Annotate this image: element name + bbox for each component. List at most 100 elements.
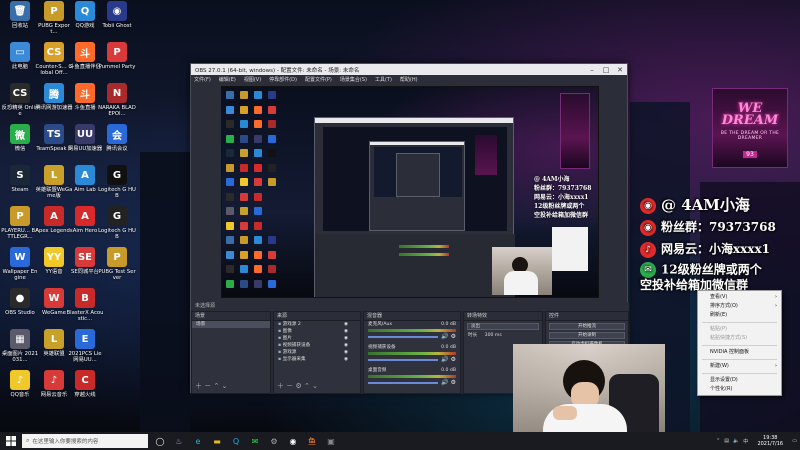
desktop-icon[interactable]: CS 反恐精英 Online bbox=[1, 83, 39, 117]
context-menu-item[interactable]: 显示设置(D) bbox=[698, 376, 781, 385]
desktop-icon[interactable]: B BlasterX Acoustic... bbox=[66, 288, 104, 322]
menu-separator bbox=[702, 345, 777, 346]
obs-menu-item[interactable]: 场景集合(S) bbox=[340, 76, 367, 83]
obs-titlebar[interactable]: OBS 27.0.1 (64-bit, windows) - 配置文件: 未命名… bbox=[191, 64, 627, 75]
qq-taskbar-icon[interactable]: Q bbox=[229, 434, 243, 448]
task-view-icon[interactable]: ◯ bbox=[153, 434, 167, 448]
speaker-icon[interactable]: 🔊 bbox=[441, 333, 448, 340]
desktop-icon[interactable]: 微微信 bbox=[1, 124, 39, 152]
volume-slider[interactable] bbox=[368, 358, 439, 361]
desktop-icon[interactable]: ◉ Tobii Ghost bbox=[98, 1, 136, 29]
maximize-icon[interactable]: □ bbox=[599, 66, 613, 74]
source-item[interactable]: ▪ 视频捕获设备 ◉ bbox=[274, 342, 360, 349]
volume-slider[interactable] bbox=[368, 335, 439, 338]
settings-taskbar-icon[interactable]: ⚙ bbox=[267, 434, 281, 448]
desktop-icon[interactable]: P Pummel Party bbox=[98, 42, 136, 70]
obs-menu-item[interactable]: 视图(V) bbox=[244, 76, 261, 83]
desktop-icon[interactable]: G Logitech G HUB bbox=[98, 165, 136, 199]
gear-icon[interactable]: ⚙ bbox=[295, 382, 301, 390]
windows-start-button[interactable] bbox=[0, 432, 22, 450]
add-icon[interactable]: ＋ bbox=[277, 382, 284, 390]
transition-select[interactable]: 淡出 bbox=[467, 323, 539, 330]
app-taskbar-icon[interactable]: ▣ bbox=[324, 434, 338, 448]
preview-desktop-icon bbox=[254, 207, 262, 215]
obs-menu-item[interactable]: 停靠部件(D) bbox=[269, 76, 297, 83]
eye-icon[interactable]: ◉ bbox=[344, 349, 348, 356]
transition-duration-value[interactable]: 300 ms bbox=[485, 333, 502, 338]
desktop-icon[interactable]: P PLAYERU... BATTLEGR... bbox=[1, 206, 39, 240]
add-icon[interactable]: ＋ bbox=[195, 382, 202, 390]
desktop-icon[interactable]: ♪ QQ音乐 bbox=[1, 370, 39, 398]
source-item[interactable]: ▪ 图片 ◉ bbox=[274, 335, 360, 342]
eye-icon[interactable]: ◉ bbox=[344, 321, 348, 328]
up-icon[interactable]: ⌃ bbox=[304, 382, 310, 390]
transition-duration-label: 时长 bbox=[468, 333, 478, 338]
obs-control-button[interactable]: 开始录制 bbox=[549, 332, 625, 339]
down-icon[interactable]: ⌄ bbox=[312, 382, 318, 390]
volume-slider[interactable] bbox=[368, 381, 439, 384]
desktop-icon[interactable]: G Logitech G HUB bbox=[98, 206, 136, 240]
desktop-icon[interactable]: E 2021PCS Lie 网易UU... bbox=[66, 329, 104, 363]
obs-preview[interactable]: @ 4AM小海 粉丝群：79373768 网易云：小海xxxx1 12级粉丝牌或… bbox=[221, 86, 599, 298]
preview-desktop-icon bbox=[226, 163, 234, 172]
eye-icon[interactable]: ◉ bbox=[344, 342, 348, 349]
taskbar-clock[interactable]: 19:38 2021/7/16 bbox=[752, 435, 788, 447]
context-menu-item[interactable]: 刷新(E) bbox=[698, 311, 781, 320]
obs-menu-item[interactable]: 帮助(H) bbox=[400, 76, 418, 83]
source-item[interactable]: ▪ 显示器采集 ◉ bbox=[274, 356, 360, 363]
close-icon[interactable]: ✕ bbox=[613, 66, 627, 74]
speaker-icon[interactable]: 🔊 bbox=[441, 379, 448, 386]
up-icon[interactable]: ⌃ bbox=[213, 382, 219, 390]
eye-icon[interactable]: ◉ bbox=[344, 356, 348, 363]
desktop-icon[interactable]: ▭ 此电脑 bbox=[1, 42, 39, 70]
minimize-icon[interactable]: – bbox=[585, 66, 599, 74]
eye-icon[interactable]: ◉ bbox=[344, 328, 348, 335]
wechat-taskbar-icon[interactable]: ✉ bbox=[248, 434, 262, 448]
desktop-icon[interactable]: N NARAKA BLADEPOI... bbox=[98, 83, 136, 117]
chevron-up-icon[interactable]: ⌃ bbox=[716, 438, 720, 444]
obs-menu-item[interactable]: 编辑(E) bbox=[219, 76, 236, 83]
gear-icon[interactable]: ⚙ bbox=[451, 356, 456, 363]
desktop-icon[interactable]: 会腾讯会议 bbox=[98, 124, 136, 152]
context-menu-item[interactable]: NVIDIA 控制面板 bbox=[698, 348, 781, 357]
obs-menu-item[interactable]: 工具(T) bbox=[375, 76, 392, 83]
obs-control-button[interactable]: 开始推流 bbox=[549, 323, 625, 330]
context-menu-item[interactable]: 新建(W) › bbox=[698, 362, 781, 371]
source-item[interactable]: ▪ 游戏源 ◉ bbox=[274, 349, 360, 356]
desktop-icon[interactable]: 🗑 回收站 bbox=[1, 1, 39, 29]
input-method-icon[interactable]: 中 bbox=[743, 438, 748, 445]
desktop-icon[interactable]: P PUBG Test Server bbox=[98, 247, 136, 281]
desktop-icon[interactable]: C 穿越火线 bbox=[66, 370, 104, 398]
taskbar-search[interactable]: ⌕ 在这里输入你要搜索的内容 bbox=[22, 434, 148, 448]
obs-taskbar-icon[interactable]: ◉ bbox=[286, 434, 300, 448]
wechat-icon: ✉ bbox=[640, 262, 656, 278]
notification-icon[interactable]: ▭ bbox=[792, 438, 797, 444]
gear-icon[interactable]: ⚙ bbox=[451, 333, 456, 340]
context-menu-item[interactable]: 排序方式(O) › bbox=[698, 302, 781, 311]
douyu-taskbar-icon[interactable]: 鱼 bbox=[305, 434, 319, 448]
desktop-icon[interactable]: S Steam bbox=[1, 165, 39, 193]
down-icon[interactable]: ⌄ bbox=[222, 382, 228, 390]
edge-taskbar-icon[interactable]: e bbox=[191, 434, 205, 448]
remove-icon[interactable]: － bbox=[286, 382, 293, 390]
eye-icon[interactable]: ◉ bbox=[344, 335, 348, 342]
scene-item[interactable]: 场景 bbox=[192, 321, 270, 328]
volume-icon[interactable]: 🔈 bbox=[733, 438, 739, 444]
network-icon[interactable]: ▤ bbox=[724, 438, 729, 444]
file-explorer-taskbar-icon[interactable]: ▬ bbox=[210, 434, 224, 448]
source-item[interactable]: ▪ 游戏源 2 ◉ bbox=[274, 321, 360, 328]
desktop-icon[interactable]: W Wallpaper Engine bbox=[1, 247, 39, 281]
gear-icon[interactable]: ⚙ bbox=[451, 379, 456, 386]
desktop-icon[interactable]: ▦ 桌面图片 2021031... bbox=[1, 329, 39, 363]
desktop-icon[interactable]: ● OBS Studio bbox=[1, 288, 39, 316]
source-item[interactable]: ▪ 图像 ◉ bbox=[274, 328, 360, 335]
controls-dock-title: 控件 bbox=[546, 312, 628, 321]
remove-icon[interactable]: － bbox=[204, 382, 211, 390]
obs-menu-item[interactable]: 文件(F) bbox=[194, 76, 211, 83]
context-menu-item[interactable]: 查看(V) › bbox=[698, 293, 781, 302]
context-menu-item[interactable]: 个性化(R) bbox=[698, 385, 781, 394]
steam-taskbar-icon[interactable]: ♨ bbox=[172, 434, 186, 448]
obs-menu-item[interactable]: 配置文件(P) bbox=[305, 76, 332, 83]
speaker-icon[interactable]: 🔊 bbox=[441, 356, 448, 363]
scenes-dock-title: 场景 bbox=[192, 312, 270, 321]
